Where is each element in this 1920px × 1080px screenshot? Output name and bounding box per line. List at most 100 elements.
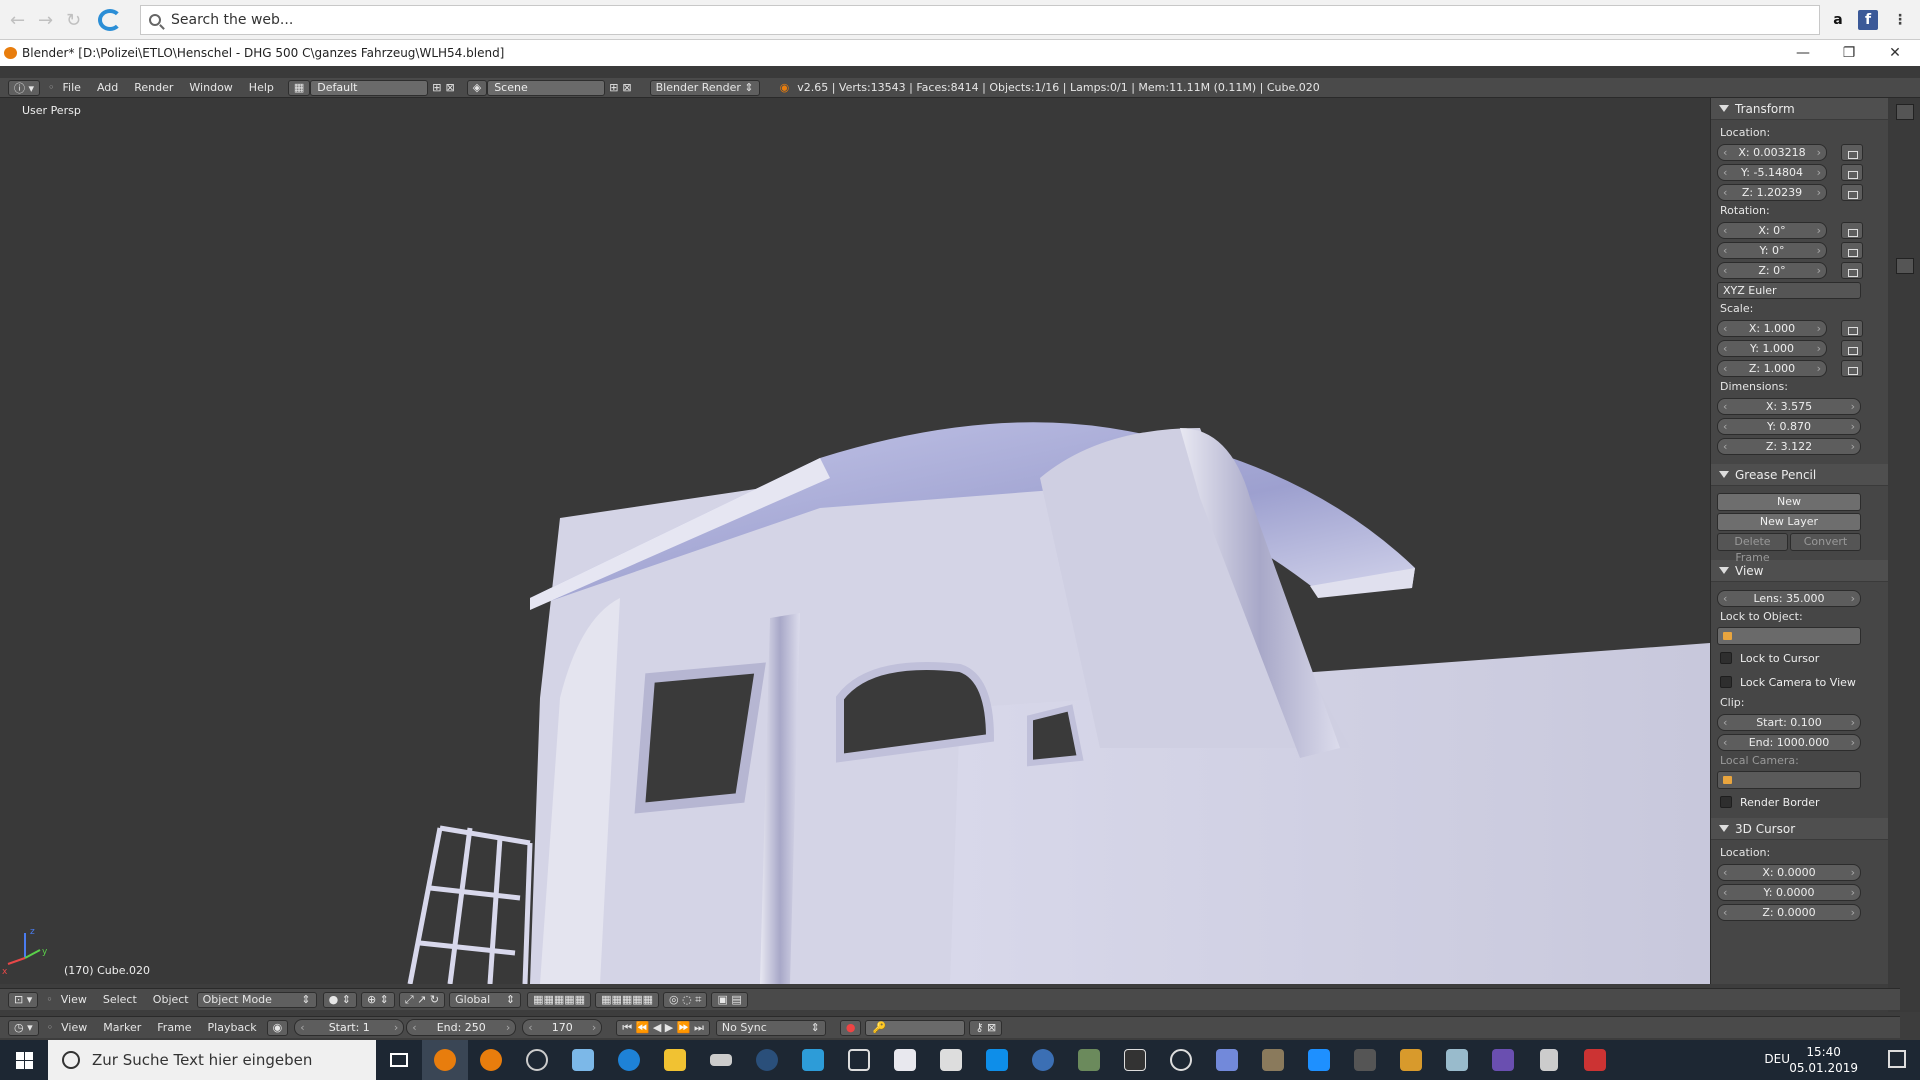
steam-icon[interactable]: [744, 1040, 790, 1080]
car-app-icon[interactable]: [1572, 1040, 1618, 1080]
dimension-x-field[interactable]: X: 3.575: [1717, 397, 1861, 415]
lock-icon[interactable]: [1841, 183, 1863, 201]
start-frame-field[interactable]: Start: 1: [294, 1019, 405, 1036]
windows-start-icon[interactable]: [0, 1040, 48, 1080]
discord-icon[interactable]: [1204, 1040, 1250, 1080]
lock-to-cursor-checkbox[interactable]: Lock to Cursor: [1711, 646, 1888, 670]
file-explorer-icon[interactable]: [652, 1040, 698, 1080]
layers-grid-icon[interactable]: ▦▦▦▦▦: [595, 991, 660, 1008]
dimension-y-field[interactable]: Y: 0.870: [1717, 417, 1861, 435]
game-icon[interactable]: [1066, 1040, 1112, 1080]
menu-add[interactable]: Add: [89, 81, 126, 94]
layout-icon[interactable]: ▦: [287, 79, 311, 96]
transform-panel-header[interactable]: Transform: [1711, 98, 1888, 120]
menu-window[interactable]: Window: [181, 81, 240, 94]
3d-cursor-panel-header[interactable]: 3D Cursor: [1711, 818, 1888, 840]
remove-scene-icon[interactable]: ⊠: [622, 81, 631, 94]
lock-icon[interactable]: [1841, 221, 1863, 239]
cursor-x-field[interactable]: X: 0.0000: [1717, 863, 1861, 881]
menu-view[interactable]: View: [53, 1021, 95, 1034]
manipulator-icon[interactable]: ⤢ ↗ ↻: [398, 991, 446, 1008]
scene-icon[interactable]: ◈: [466, 79, 488, 96]
facebook-icon[interactable]: f: [1858, 10, 1878, 30]
add-layout-icon[interactable]: ⊞: [432, 81, 441, 94]
keyframe-insert-icon[interactable]: ⚷ ⊠: [969, 1019, 1003, 1036]
blender-alt-icon[interactable]: [468, 1040, 514, 1080]
keying-set-field[interactable]: 🔑: [865, 1019, 966, 1036]
rotation-x-field[interactable]: X: 0°: [1717, 221, 1827, 239]
word-icon[interactable]: [882, 1040, 928, 1080]
browser-search-input[interactable]: Search the web...: [140, 5, 1820, 35]
hg-app-icon[interactable]: [1342, 1040, 1388, 1080]
keyboard-icon[interactable]: [698, 1040, 744, 1080]
record-icon[interactable]: ●: [839, 1019, 862, 1036]
convert-button[interactable]: Convert: [1790, 533, 1861, 551]
lock-icon[interactable]: [1841, 163, 1863, 181]
menu-view[interactable]: View: [53, 993, 95, 1006]
menu-object[interactable]: Object: [145, 993, 197, 1006]
outliner-icon[interactable]: [1896, 104, 1914, 120]
amazon-icon[interactable]: a: [1828, 10, 1848, 30]
cs-icon[interactable]: [1388, 1040, 1434, 1080]
more-menu-icon[interactable]: ⋮: [1890, 10, 1910, 30]
end-frame-field[interactable]: End: 250: [406, 1019, 517, 1036]
scene-field[interactable]: Scene: [487, 79, 606, 96]
rotation-mode-select[interactable]: XYZ Euler: [1717, 281, 1861, 299]
pivot-icon[interactable]: ⊕ ⇕: [360, 991, 395, 1008]
unity-hub-icon[interactable]: [1158, 1040, 1204, 1080]
preview-range-icon[interactable]: ◉: [266, 1019, 289, 1036]
add-scene-icon[interactable]: ⊞: [609, 81, 618, 94]
notifications-icon[interactable]: [1888, 1050, 1906, 1068]
new-layer-button[interactable]: New Layer: [1717, 513, 1861, 531]
location-z-field[interactable]: Z: 1.20239: [1717, 183, 1827, 201]
lock-icon[interactable]: [1841, 359, 1863, 377]
lock-camera-checkbox[interactable]: Lock Camera to View: [1711, 670, 1888, 694]
current-frame-field[interactable]: 170: [522, 1019, 603, 1036]
blender-taskbar-icon[interactable]: [422, 1040, 468, 1080]
paint-icon[interactable]: [560, 1040, 606, 1080]
forward-icon[interactable]: →: [38, 10, 53, 31]
editor-type-button[interactable]: ⊡ ▾: [8, 991, 39, 1008]
x-app-icon[interactable]: [790, 1040, 836, 1080]
menu-playback[interactable]: Playback: [200, 1021, 265, 1034]
epic-games-icon[interactable]: [1112, 1040, 1158, 1080]
scale-x-field[interactable]: X: 1.000: [1717, 319, 1827, 337]
playback-controls-icon[interactable]: ⏮ ⏪ ◀ ▶ ⏩ ⏭: [616, 1019, 710, 1036]
properties-icon[interactable]: [1896, 258, 1914, 274]
remove-layout-icon[interactable]: ⊠: [446, 81, 455, 94]
visual-studio-icon[interactable]: [1480, 1040, 1526, 1080]
grease-pencil-panel-header[interactable]: Grease Pencil: [1711, 464, 1888, 486]
layout-field[interactable]: Default: [310, 79, 429, 96]
edge-icon[interactable]: [606, 1040, 652, 1080]
lock-icon[interactable]: [1841, 241, 1863, 259]
minimize-button[interactable]: —: [1780, 40, 1826, 66]
ie-logo-icon[interactable]: [98, 9, 122, 31]
shading-icon[interactable]: ● ⇕: [322, 991, 357, 1008]
task-view-icon[interactable]: [376, 1040, 422, 1080]
game2-icon[interactable]: [1250, 1040, 1296, 1080]
f-app-icon[interactable]: [1296, 1040, 1342, 1080]
clip-start-field[interactable]: Start: 0.100: [1717, 713, 1861, 731]
location-y-field[interactable]: Y: -5.14804: [1717, 163, 1827, 181]
taskbar-clock[interactable]: 15:40 05.01.2019: [1789, 1044, 1858, 1076]
teamviewer-icon[interactable]: [974, 1040, 1020, 1080]
snap-icon[interactable]: ◎ ◌ ⌗: [663, 991, 708, 1008]
cursor-z-field[interactable]: Z: 0.0000: [1717, 903, 1861, 921]
lock-object-field[interactable]: [1717, 627, 1861, 645]
clip-end-field[interactable]: End: 1000.000: [1717, 733, 1861, 751]
lock-icon[interactable]: [1841, 261, 1863, 279]
restore-button[interactable]: ❐: [1826, 40, 1872, 66]
menu-file[interactable]: File: [55, 81, 89, 94]
rotation-z-field[interactable]: Z: 0°: [1717, 261, 1827, 279]
menu-frame[interactable]: Frame: [149, 1021, 199, 1034]
7zip-icon[interactable]: [928, 1040, 974, 1080]
lock-icon[interactable]: [1841, 339, 1863, 357]
back-icon[interactable]: ←: [10, 10, 25, 31]
render-engine-select[interactable]: Blender Render ⇕: [649, 79, 760, 96]
menu-select[interactable]: Select: [95, 993, 145, 1006]
mixer-icon[interactable]: [1526, 1040, 1572, 1080]
scale-z-field[interactable]: Z: 1.000: [1717, 359, 1827, 377]
lock-icon[interactable]: [1841, 143, 1863, 161]
refresh-icon[interactable]: ↻: [66, 10, 81, 31]
cursor-y-field[interactable]: Y: 0.0000: [1717, 883, 1861, 901]
